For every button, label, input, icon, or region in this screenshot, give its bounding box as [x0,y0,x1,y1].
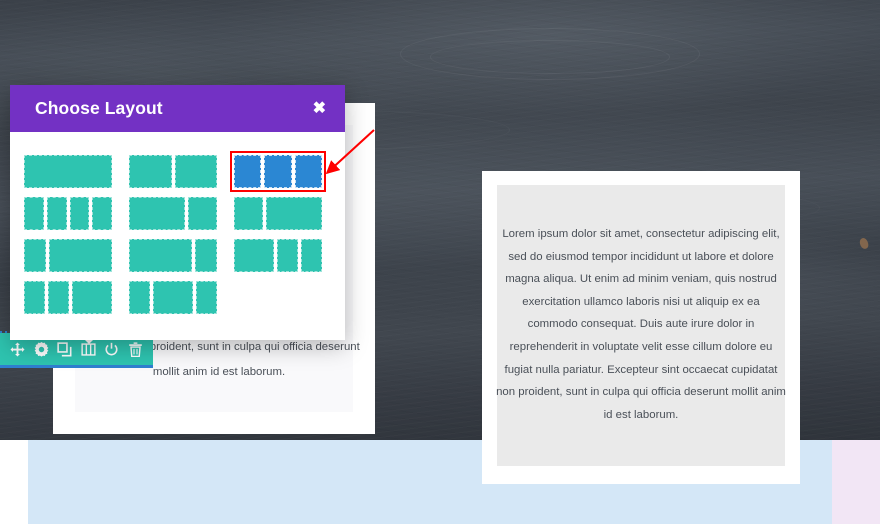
layout-option-segment [129,281,150,314]
layout-option-segment [24,281,45,314]
move-arrows-icon[interactable] [9,341,26,358]
layout-option-segment [129,155,172,188]
layout-row [24,197,331,230]
layout-option-segment [24,197,44,230]
power-icon[interactable] [103,341,120,358]
right-text-paragraph: Lorem ipsum dolor sit amet, consectetur … [496,228,786,421]
layout-option-segment [46,197,67,230]
layout-option-segment [294,155,322,188]
layout-option-layout-3-4-1-4[interactable] [129,239,217,272]
columns-icon[interactable] [80,341,97,358]
layout-option-segment [277,239,298,272]
trash-icon[interactable] [127,341,144,358]
layout-option-segment [129,239,192,272]
layout-option-layout-1-4-1-2-1-4[interactable] [129,281,217,314]
page-lower-band-gutter [0,440,28,524]
screenshot-root: cupidatat non proident, sunt in culpa qu… [0,0,880,524]
layout-options-grid [10,132,345,340]
layout-option-segment [174,155,217,188]
modal-title: Choose Layout [35,98,163,118]
layout-option-segment [301,239,322,272]
right-content-panel[interactable]: Lorem ipsum dolor sit amet, consectetur … [482,171,800,484]
layout-option-layout-1-4-3-4[interactable] [24,239,112,272]
layout-option-segment [24,155,112,188]
water-ripple [400,28,700,80]
layout-option-segment [92,197,112,230]
page-lower-band-accent [832,440,880,524]
layout-option-segment [72,281,112,314]
choose-layout-modal[interactable]: Choose Layout ✖ [10,85,345,340]
layout-option-layout-1-col[interactable] [24,155,112,188]
module-outline-bottom [0,365,153,368]
layout-option-segment [234,155,262,188]
gear-icon[interactable] [33,341,50,358]
modal-header: Choose Layout ✖ [10,85,345,132]
layout-row [24,281,331,314]
layout-row [24,239,331,272]
layout-option-segment [266,197,322,230]
layout-option-segment [188,197,217,230]
layout-option-segment [48,281,69,314]
layout-option-layout-1-4-1-4-1-2[interactable] [24,281,112,314]
layout-option-layout-3-col[interactable] [230,151,326,192]
layout-option-segment [264,155,292,188]
layout-option-segment [24,239,47,272]
layout-option-segment [129,197,185,230]
layout-option-layout-1-2-1-4-1-4[interactable] [234,239,322,272]
close-icon[interactable]: ✖ [313,100,326,117]
water-ripple [430,40,670,74]
layout-row [24,151,331,192]
layout-option-layout-1-3-2-3[interactable] [234,197,322,230]
layout-option-segment [194,239,217,272]
layout-option-segment [49,239,112,272]
layout-option-segment [69,197,90,230]
layout-option-layout-4-col[interactable] [24,197,112,230]
layout-option-segment [234,197,263,230]
layout-option-segment [196,281,217,314]
layout-option-segment [153,281,193,314]
layout-option-layout-2-col[interactable] [129,155,217,188]
duplicate-icon[interactable] [56,341,73,358]
layout-option-layout-2-3-1-3[interactable] [129,197,217,230]
layout-option-segment [234,239,274,272]
